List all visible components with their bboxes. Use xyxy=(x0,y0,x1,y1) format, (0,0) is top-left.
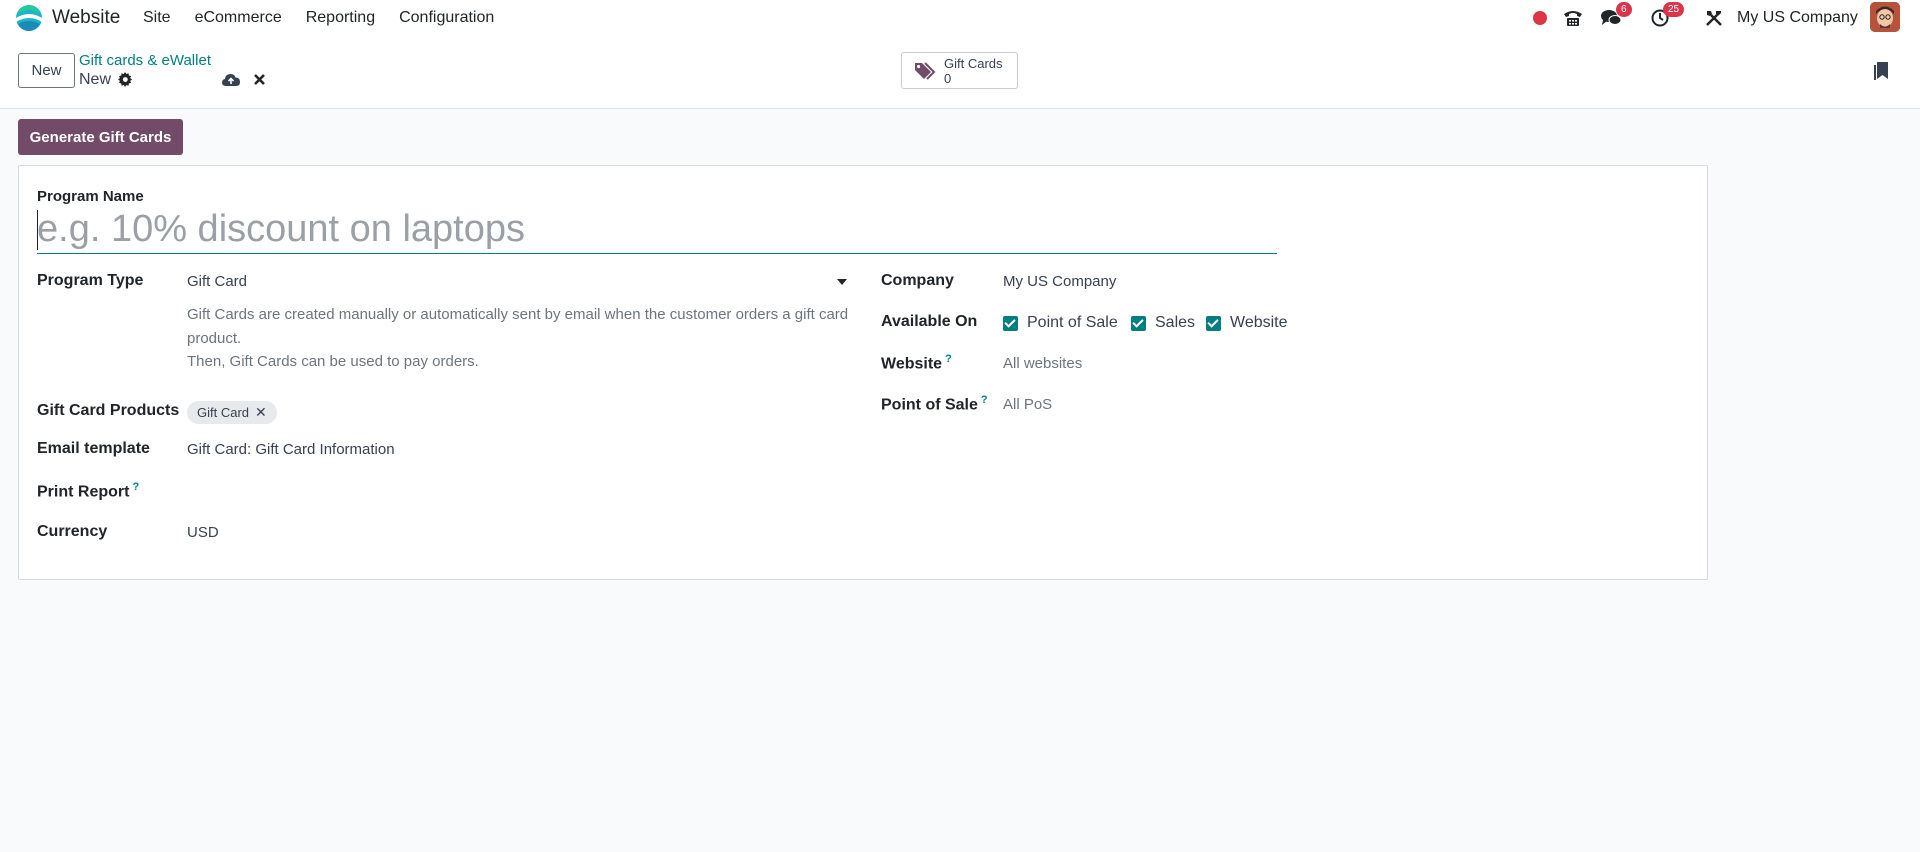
website-checkbox-label: Website xyxy=(1230,314,1288,331)
sales-checkbox[interactable] xyxy=(1131,315,1146,331)
website-label-text: Website xyxy=(881,355,943,373)
cloud-upload-icon[interactable] xyxy=(222,73,240,87)
currency-label: Currency xyxy=(37,523,108,540)
sales-checkbox-label: Sales xyxy=(1155,314,1196,331)
gift-card-products-label: Gift Card Products xyxy=(37,402,180,419)
website-field[interactable]: All websites xyxy=(1003,355,1082,372)
tag-label: Gift Card xyxy=(197,405,250,420)
record-name: New xyxy=(79,71,112,88)
tag-remove-icon[interactable]: ✕ xyxy=(255,404,267,421)
recording-indicator[interactable] xyxy=(1533,0,1547,35)
text-caret xyxy=(37,210,38,250)
control-panel: New Gift cards & eWallet New Gift Cards … xyxy=(0,35,1920,109)
menu-reporting[interactable]: Reporting xyxy=(306,9,375,27)
help-tooltip-icon[interactable]: ? xyxy=(132,481,139,493)
currency-field[interactable]: USD xyxy=(187,524,219,541)
generate-gift-cards-button[interactable]: Generate Gift Cards xyxy=(18,119,183,155)
menu-site[interactable]: Site xyxy=(143,9,171,27)
phone-icon xyxy=(1564,10,1582,26)
gift-cards-smart-button[interactable]: Gift Cards 0 xyxy=(901,52,1018,89)
help-tooltip-icon[interactable]: ? xyxy=(945,353,952,365)
description-line-2: Then, Gift Cards can be used to pay orde… xyxy=(187,353,479,370)
available-on-website[interactable]: Website xyxy=(1206,314,1288,332)
print-report-label: Print Report? xyxy=(37,481,139,501)
bookmark-icon[interactable] xyxy=(1874,62,1888,80)
available-on-pos[interactable]: Point of Sale xyxy=(1003,314,1118,332)
program-type-description: Gift Cards are created manually or autom… xyxy=(187,303,877,374)
gift-card-product-tag: Gift Card ✕ xyxy=(187,401,277,424)
menu-configuration[interactable]: Configuration xyxy=(399,9,494,27)
company-switcher[interactable]: My US Company xyxy=(1737,0,1858,35)
debug-tools-button[interactable] xyxy=(1705,0,1723,35)
program-type-label: Program Type xyxy=(37,272,144,289)
phone-button[interactable] xyxy=(1563,0,1583,35)
email-template-label: Email template xyxy=(37,440,150,457)
smart-button-label: Gift Cards xyxy=(944,56,1003,71)
dropdown-caret-icon[interactable] xyxy=(837,279,847,285)
new-button[interactable]: New xyxy=(18,53,75,88)
description-line-1: Gift Cards are created manually or autom… xyxy=(187,306,849,347)
activities-button[interactable]: 25 xyxy=(1651,0,1685,35)
close-icon[interactable] xyxy=(253,73,266,86)
gear-icon[interactable] xyxy=(118,72,133,87)
messages-button[interactable]: 6 xyxy=(1600,0,1632,35)
company-field[interactable]: My US Company xyxy=(1003,273,1116,290)
program-name-input[interactable] xyxy=(37,206,1277,254)
help-tooltip-icon[interactable]: ? xyxy=(981,394,988,406)
smart-button-value: 0 xyxy=(944,71,952,86)
pos-checkbox-label: Point of Sale xyxy=(1027,314,1118,331)
form-sheet: Program Name Program Type Gift Card Gift… xyxy=(18,165,1708,580)
company-label: Company xyxy=(881,272,954,289)
user-avatar[interactable] xyxy=(1870,2,1900,32)
menu-ecommerce[interactable]: eCommerce xyxy=(195,9,282,27)
tools-icon xyxy=(1706,10,1722,26)
app-name[interactable]: Website xyxy=(52,7,120,29)
available-on-sales[interactable]: Sales xyxy=(1131,314,1195,332)
avatar-image-icon xyxy=(1870,2,1900,32)
point-of-sale-field[interactable]: All PoS xyxy=(1003,396,1052,413)
website-checkbox[interactable] xyxy=(1206,315,1221,331)
point-of-sale-label-text: Point of Sale xyxy=(881,396,978,414)
tags-icon xyxy=(915,62,936,80)
red-dot-icon xyxy=(1533,10,1547,25)
website-app-icon[interactable] xyxy=(15,4,43,32)
print-report-label-text: Print Report xyxy=(37,483,130,501)
pos-checkbox[interactable] xyxy=(1003,315,1018,331)
program-type-select[interactable]: Gift Card xyxy=(187,273,247,290)
company-name: My US Company xyxy=(1737,8,1858,26)
main-menu: Site eCommerce Reporting Configuration xyxy=(143,9,518,27)
breadcrumb-gift-cards-ewallet[interactable]: Gift cards & eWallet xyxy=(79,52,211,69)
print-report-field[interactable] xyxy=(187,482,687,502)
program-name-label: Program Name xyxy=(37,188,144,205)
email-template-field[interactable]: Gift Card: Gift Card Information xyxy=(187,441,395,458)
website-label: Website? xyxy=(881,353,952,373)
point-of-sale-label: Point of Sale? xyxy=(881,394,988,414)
available-on-label: Available On xyxy=(881,313,978,330)
activities-badge: 25 xyxy=(1663,2,1685,17)
messages-badge: 6 xyxy=(1616,2,1632,17)
top-navbar: Website Site eCommerce Reporting Configu… xyxy=(0,0,1920,35)
